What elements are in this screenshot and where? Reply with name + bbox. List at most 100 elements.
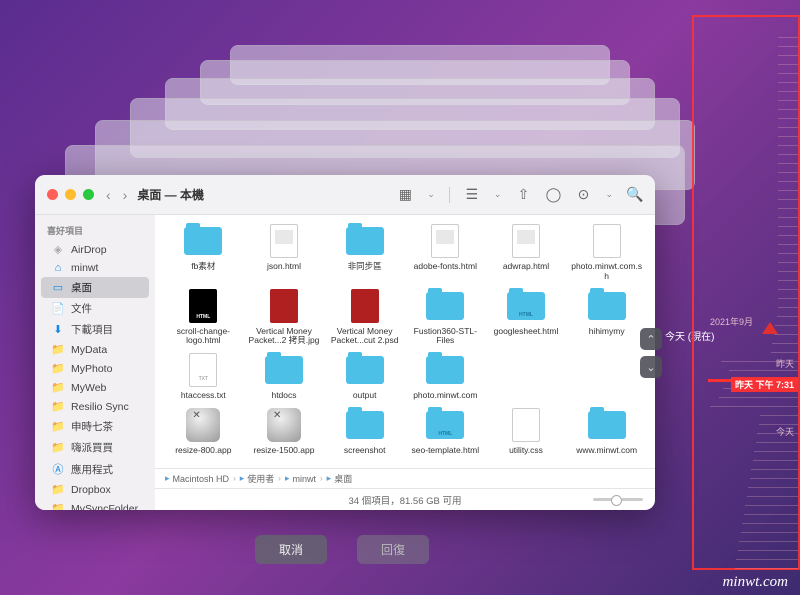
action-icon[interactable]: ⊙ — [575, 187, 591, 203]
file-label: seo-template.html — [412, 446, 480, 456]
file-item-3[interactable]: adobe-fonts.html — [407, 221, 484, 284]
file-item-22[interactable]: utility.css — [488, 405, 565, 458]
sidebar-item-12[interactable]: 📁Dropbox — [41, 480, 149, 499]
file-item-14[interactable]: output — [326, 350, 403, 403]
file-icon — [504, 407, 548, 443]
sidebar-icon: 📁 — [51, 400, 65, 413]
timeline-active-snapshot[interactable]: 昨天 下午 7:31 — [731, 377, 798, 392]
restore-button[interactable]: 回復 — [357, 535, 429, 564]
sidebar-label: Resilio Sync — [71, 401, 129, 413]
sidebar-icon: 📁 — [51, 502, 65, 510]
sidebar-item-6[interactable]: 📁MyPhoto — [41, 359, 149, 378]
search-icon[interactable]: 🔍 — [627, 187, 643, 203]
sidebar-item-4[interactable]: ⬇ 下載項目 — [41, 319, 149, 340]
file-icon — [181, 352, 225, 388]
titlebar: ‹ › 桌面 — 本機 ▦ ⌄ ☰ ⌄ ⇧ ◯ ⊙ ⌄ 🔍 — [35, 175, 655, 215]
sidebar-item-1[interactable]: ⌂minwt — [41, 259, 149, 277]
sidebar-icon: 📁 — [51, 381, 65, 394]
file-label: scroll-change-logo.html — [167, 327, 240, 347]
icon-size-slider[interactable] — [593, 498, 643, 501]
bottom-buttons: 取消 回復 — [255, 535, 429, 564]
file-item-21[interactable]: seo-template.html — [407, 405, 484, 458]
file-item-18[interactable]: resize-800.app — [165, 405, 242, 458]
close-button[interactable] — [47, 189, 58, 200]
file-grid: fb素材json.html 非同步區 adobe-fonts.html adwrap.… — [155, 215, 655, 468]
tm-up-button[interactable]: ⌃ — [640, 328, 662, 350]
file-item-10[interactable]: googlesheet.html — [488, 286, 565, 349]
file-item-23[interactable]: www.minwt.com — [568, 405, 645, 458]
path-segment-0[interactable]: ▸ Macintosh HD — [165, 473, 229, 484]
file-label: 非同步區 — [348, 262, 382, 272]
file-icon — [262, 288, 306, 324]
file-item-12[interactable]: htaccess.txt — [165, 350, 242, 403]
file-label: photo.minwt.com.sh — [570, 262, 643, 282]
sidebar-icon: 📁 — [51, 343, 65, 356]
file-item-11[interactable]: hihimymy — [568, 286, 645, 349]
sidebar-item-13[interactable]: 📁 MySyncFolder — [41, 499, 149, 510]
sidebar-icon: Ⓐ — [51, 461, 65, 477]
path-segment-3[interactable]: ▸ 桌面 — [327, 472, 353, 485]
sidebar-label: 桌面 — [71, 280, 92, 295]
file-label: resize-1500.app — [254, 446, 315, 456]
file-item-13[interactable]: htdocs — [246, 350, 323, 403]
file-item-2[interactable]: 非同步區 — [326, 221, 403, 284]
file-item-7[interactable]: Vertical Money Packet...2 拷貝.jpg — [246, 286, 323, 349]
file-label: Fustion360-STL-Files — [409, 327, 482, 347]
sidebar-label: 申時七茶 — [71, 419, 113, 434]
sidebar-label: 下載項目 — [71, 322, 113, 337]
sidebar-item-2[interactable]: ▭ 桌面 — [41, 277, 149, 298]
zoom-button[interactable] — [83, 189, 94, 200]
back-button[interactable]: ‹ — [106, 187, 111, 203]
sidebar-item-3[interactable]: 📄文件 — [41, 298, 149, 319]
sidebar-section-label: 喜好項目 — [35, 221, 155, 240]
sidebar-item-0[interactable]: ◈AirDrop — [41, 240, 149, 259]
path-segment-2[interactable]: ▸ minwt — [285, 473, 316, 484]
file-icon — [343, 407, 387, 443]
file-item-6[interactable]: HTML scroll-change-logo.html — [165, 286, 242, 349]
file-item-1[interactable]: json.html — [246, 221, 323, 284]
file-item-0[interactable]: fb素材 — [165, 221, 242, 284]
sidebar-item-8[interactable]: 📁 Resilio Sync — [41, 397, 149, 416]
sidebar-label: Dropbox — [71, 484, 111, 496]
file-label: adwrap.html — [503, 262, 549, 272]
timeline[interactable]: 2021年9月 昨天 昨天 下午 7:31 今天 — [692, 15, 800, 570]
file-icon — [585, 223, 629, 259]
tm-down-button[interactable]: ⌄ — [640, 356, 662, 378]
sidebar-icon: 📁 — [51, 420, 65, 433]
path-segment-1[interactable]: ▸ 使用者 — [240, 472, 275, 485]
sidebar-item-5[interactable]: 📁MyData — [41, 340, 149, 359]
file-icon — [423, 288, 467, 324]
tag-icon[interactable]: ◯ — [545, 187, 561, 203]
share-icon[interactable]: ⇧ — [515, 187, 531, 203]
group-icon[interactable]: ☰ — [464, 187, 480, 203]
file-item-4[interactable]: adwrap.html — [488, 221, 565, 284]
file-item-8[interactable]: Vertical Money Packet...cut 2.psd — [326, 286, 403, 349]
file-item-20[interactable]: screenshot — [326, 405, 403, 458]
file-icon: HTML — [181, 288, 225, 324]
sidebar-icon: ▭ — [51, 281, 65, 294]
sidebar-item-7[interactable]: 📁MyWeb — [41, 378, 149, 397]
minimize-button[interactable] — [65, 189, 76, 200]
file-item-9[interactable]: Fustion360-STL-Files — [407, 286, 484, 349]
file-item-15[interactable]: photo.minwt.com — [407, 350, 484, 403]
sidebar-label: MySyncFolder — [71, 503, 138, 511]
toolbar-right: ▦ ⌄ ☰ ⌄ ⇧ ◯ ⊙ ⌄ 🔍 — [397, 187, 643, 203]
sidebar-icon: ⬇ — [51, 323, 65, 336]
sidebar-item-9[interactable]: 📁 申時七茶 — [41, 416, 149, 437]
file-label: adobe-fonts.html — [414, 262, 477, 272]
file-label: googlesheet.html — [494, 327, 559, 337]
cancel-button[interactable]: 取消 — [255, 535, 327, 564]
file-item-19[interactable]: resize-1500.app — [246, 405, 323, 458]
sidebar-label: minwt — [71, 262, 98, 274]
file-icon — [585, 407, 629, 443]
file-icon — [181, 407, 225, 443]
sidebar-icon: 📄 — [51, 302, 65, 315]
timeline-month: 2021年9月 — [710, 315, 753, 328]
file-icon — [181, 223, 225, 259]
forward-button[interactable]: › — [123, 187, 128, 203]
grid-view-icon[interactable]: ▦ — [397, 187, 413, 203]
sidebar-item-11[interactable]: Ⓐ應用程式 — [41, 458, 149, 480]
file-label: Vertical Money Packet...2 拷貝.jpg — [248, 327, 321, 347]
file-item-5[interactable]: photo.minwt.com.sh — [568, 221, 645, 284]
sidebar-item-10[interactable]: 📁嗨派買買 — [41, 437, 149, 458]
